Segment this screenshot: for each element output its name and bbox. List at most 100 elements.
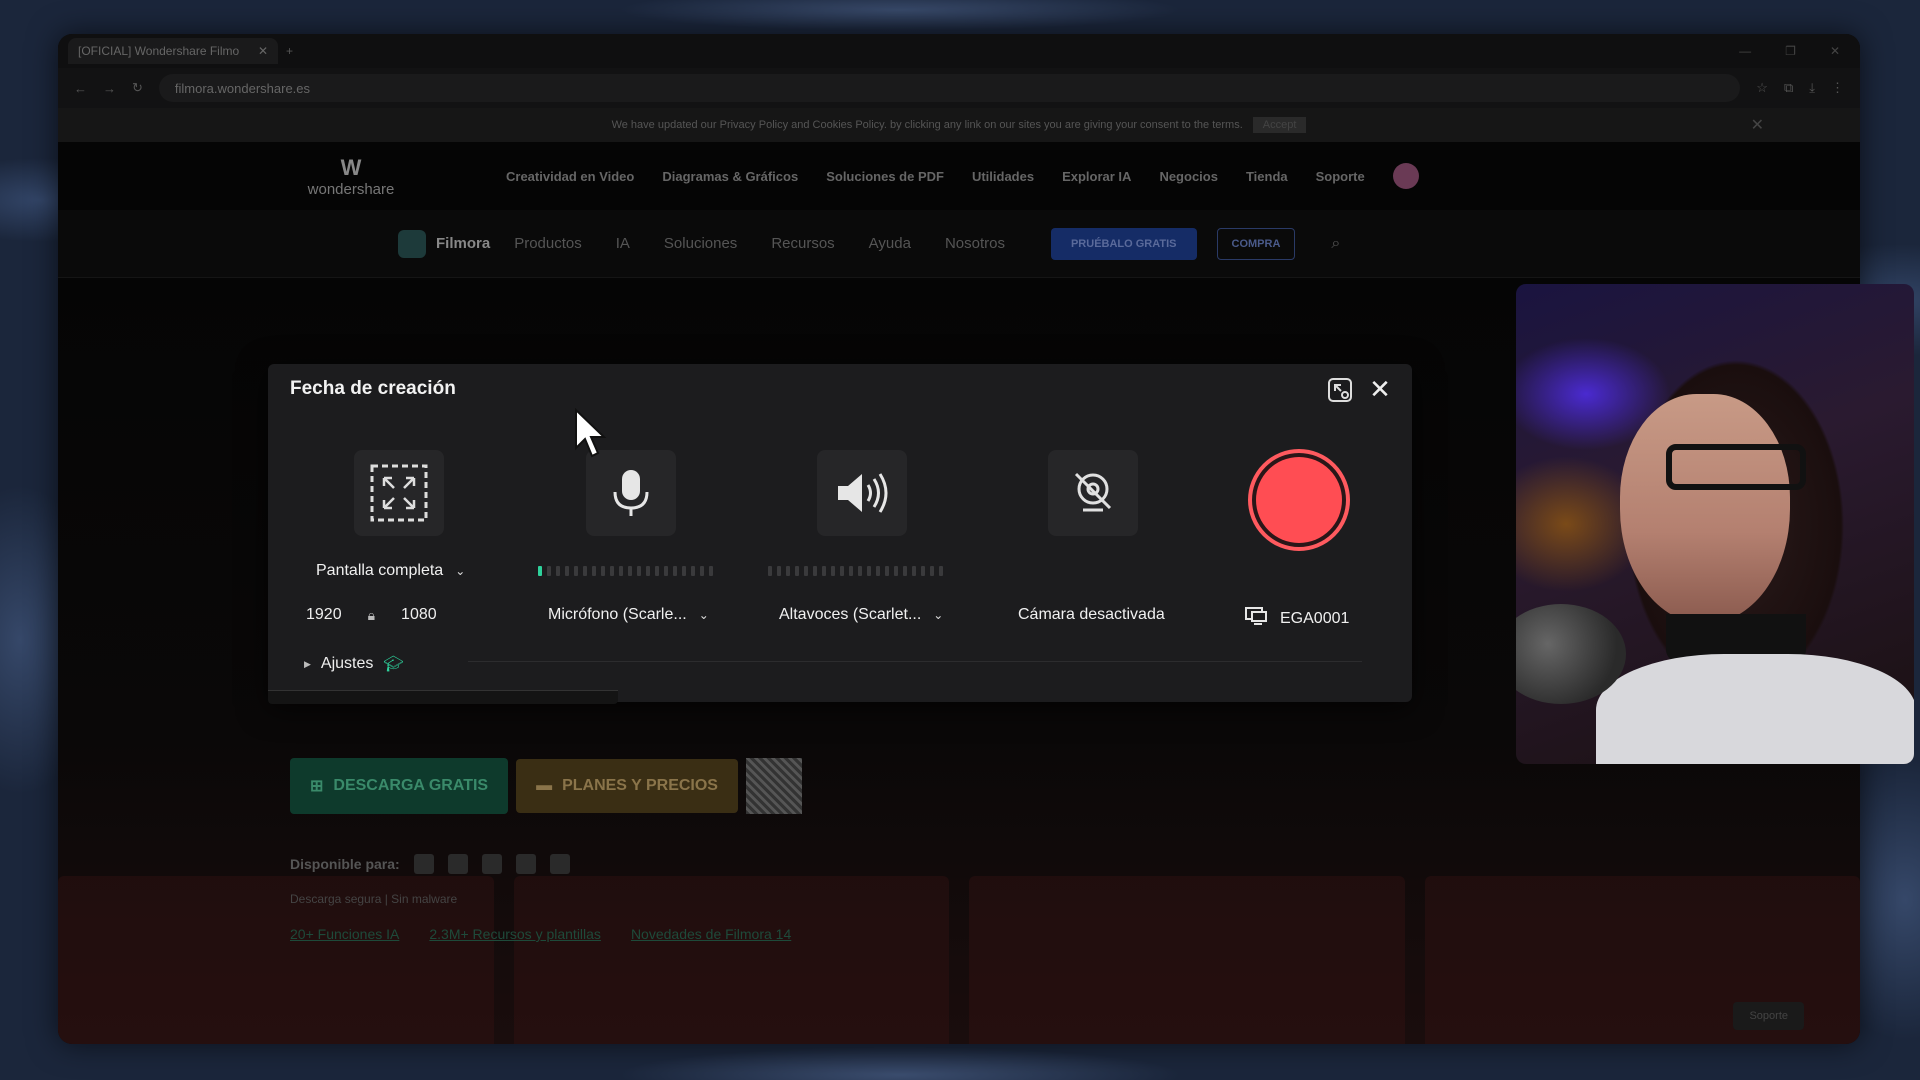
level-segment xyxy=(664,566,668,576)
aspect-lock-icon[interactable]: 🔒︎ xyxy=(368,607,375,624)
level-segment xyxy=(574,566,578,576)
settings-divider xyxy=(468,661,1362,662)
height-input[interactable]: 1080 xyxy=(401,606,437,624)
dialog-title: Fecha de creación xyxy=(290,378,456,399)
close-tab-icon[interactable]: ✕ xyxy=(258,44,268,58)
secure-download-note: Descarga segura | Sin malware xyxy=(290,892,458,906)
record-button-core xyxy=(1256,457,1342,543)
windows-os-icon[interactable] xyxy=(413,854,434,874)
user-avatar[interactable] xyxy=(1392,163,1419,189)
back-icon[interactable]: ← xyxy=(74,81,87,96)
microphone-dropdown[interactable]: Micrófono (Scarle... ⌄ xyxy=(548,606,709,624)
linux-icon[interactable] xyxy=(549,854,570,874)
camera-toggle[interactable] xyxy=(1048,450,1138,536)
download-free-button[interactable]: ⊞ DESCARGA GRATIS xyxy=(290,758,509,814)
sub-nav-item[interactable]: Nosotros xyxy=(945,235,1005,252)
minimize-panel-icon[interactable] xyxy=(1326,376,1354,404)
settings-expander[interactable]: ▶ Ajustes 🎓︎ xyxy=(304,654,404,674)
level-segment xyxy=(840,566,844,576)
sub-nav-item[interactable]: Soluciones xyxy=(664,235,737,252)
star-icon[interactable]: ☆ xyxy=(1756,80,1768,96)
level-segment xyxy=(894,566,898,576)
level-segment xyxy=(682,566,686,576)
search-icon[interactable]: ⌕ xyxy=(1331,235,1340,253)
sub-nav-item[interactable]: IA xyxy=(616,235,630,252)
close-window-icon[interactable]: ✕ xyxy=(1830,44,1840,58)
webcam-glasses xyxy=(1666,444,1806,490)
top-nav-item[interactable]: Soporte xyxy=(1316,169,1365,184)
feature-link[interactable]: 20+ Funciones IA xyxy=(290,926,399,942)
level-segment xyxy=(700,566,704,576)
cta-row: ⊞ DESCARGA GRATIS ▬ PLANES Y PRECIOS xyxy=(290,758,802,814)
product-sub-nav: Filmora Productos IA Soluciones Recursos… xyxy=(58,210,1860,278)
close-dialog-icon[interactable]: ✕ xyxy=(1366,376,1394,404)
camera-off-icon xyxy=(1074,472,1112,512)
try-free-button[interactable]: PRUÉBALO GRATIS xyxy=(1050,227,1197,260)
level-segment xyxy=(655,566,659,576)
capture-mode-value: Pantalla completa xyxy=(316,562,444,579)
level-segment xyxy=(637,566,641,576)
level-segment xyxy=(556,566,560,576)
extensions-icon[interactable]: ⧉ xyxy=(1784,80,1793,96)
forward-icon[interactable]: → xyxy=(103,81,116,96)
level-segment xyxy=(912,566,916,576)
microphone-toggle[interactable] xyxy=(586,450,676,536)
mouse-cursor-icon xyxy=(575,408,607,458)
reload-icon[interactable]: ↻ xyxy=(132,80,143,96)
capture-area-button[interactable] xyxy=(354,450,444,536)
sub-nav-item[interactable]: Productos xyxy=(514,235,582,252)
graduation-cap-icon[interactable]: 🎓︎ xyxy=(383,654,403,674)
plans-pricing-button[interactable]: ▬ PLANES Y PRECIOS xyxy=(516,759,738,813)
display-selector[interactable]: EGA0001 xyxy=(1244,606,1349,631)
top-nav-item[interactable]: Diagramas & Gráficos xyxy=(662,169,798,184)
buy-button[interactable]: COMPRA xyxy=(1216,227,1296,260)
cookie-close-icon[interactable]: ✕ xyxy=(1751,115,1764,135)
top-nav-item[interactable]: Creatividad en Video xyxy=(506,169,634,184)
thumbnail xyxy=(969,876,1405,1044)
display-value: EGA0001 xyxy=(1280,609,1350,627)
minimize-icon[interactable]: — xyxy=(1739,44,1751,58)
feature-link[interactable]: 2.3M+ Recursos y plantillas xyxy=(429,926,601,942)
support-button[interactable]: Soporte xyxy=(1733,1002,1804,1030)
android-icon[interactable] xyxy=(515,854,536,874)
top-nav-item[interactable]: Explorar IA xyxy=(1062,169,1131,184)
download-icon[interactable]: ⤓ xyxy=(1809,80,1815,96)
top-nav-item[interactable]: Soluciones de PDF xyxy=(826,169,944,184)
level-segment xyxy=(538,566,542,576)
top-nav-item[interactable]: Negocios xyxy=(1159,169,1218,184)
new-tab-icon[interactable]: + xyxy=(286,44,293,58)
top-nav-item[interactable]: Utilidades xyxy=(972,169,1034,184)
level-segment xyxy=(903,566,907,576)
maximize-icon[interactable]: ❐ xyxy=(1785,44,1796,58)
sub-nav-item[interactable]: Recursos xyxy=(771,235,834,252)
fullscreen-select-icon xyxy=(370,464,428,522)
logo-text: wondershare xyxy=(307,180,395,198)
site-top-nav: W wondershare Creatividad en Video Diagr… xyxy=(58,142,1860,210)
ios-icon[interactable] xyxy=(481,854,502,874)
top-nav-item[interactable]: Tienda xyxy=(1246,169,1288,184)
cookie-accept-button[interactable]: Accept xyxy=(1252,117,1307,133)
speaker-dropdown[interactable]: Altavoces (Scarlet... ⌄ xyxy=(779,606,943,624)
level-segment xyxy=(547,566,551,576)
feature-link[interactable]: Novedades de Filmora 14 xyxy=(631,926,791,942)
capture-mode-dropdown[interactable]: Pantalla completa ⌄ xyxy=(316,562,465,580)
mac-os-icon[interactable] xyxy=(447,854,468,874)
camera-value: Cámara desactivada xyxy=(1018,606,1165,623)
webcam-person-face xyxy=(1620,394,1790,624)
width-input[interactable]: 1920 xyxy=(306,606,342,624)
feature-links: 20+ Funciones IA 2.3M+ Recursos y planti… xyxy=(290,926,791,942)
level-segment xyxy=(831,566,835,576)
record-button[interactable] xyxy=(1248,449,1350,551)
menu-icon[interactable]: ⋮ xyxy=(1831,80,1844,96)
filmora-logo-icon xyxy=(398,229,426,258)
wondershare-logo[interactable]: W wondershare xyxy=(296,155,406,198)
url-field[interactable]: filmora.wondershare.es xyxy=(158,74,1741,102)
filmora-brand[interactable]: Filmora xyxy=(398,229,490,258)
level-segment xyxy=(876,566,880,576)
browser-tab[interactable]: [OFICIAL] Wondershare Filmo ✕ xyxy=(68,38,278,64)
sub-nav-item[interactable]: Ayuda xyxy=(869,235,911,252)
speaker-toggle[interactable] xyxy=(817,450,907,536)
thumbnail xyxy=(513,876,949,1044)
level-segment xyxy=(610,566,614,576)
qr-code xyxy=(745,758,802,814)
